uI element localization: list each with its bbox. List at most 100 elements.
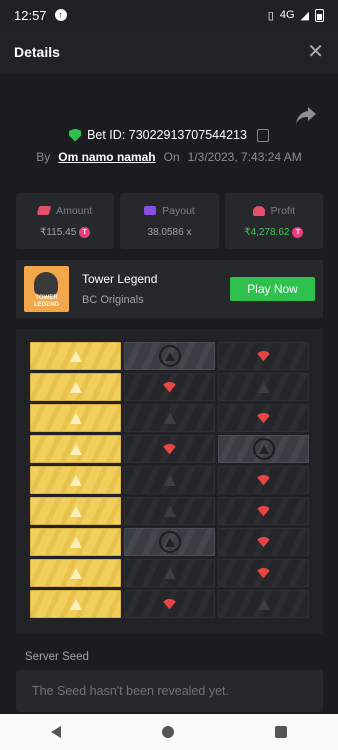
on-label: On [163,150,180,164]
board-row [30,404,309,432]
picked-tile [30,373,121,401]
pick-icon [69,567,82,579]
board-row [30,528,309,556]
board-row [30,590,309,618]
pick-icon [69,443,82,455]
amount-label: Amount [56,204,93,217]
thumb-label: TOWER LEGEND [33,295,59,308]
melon-tile [218,466,309,494]
melon-tile [218,342,309,370]
status-bar: 12:57 ↑ ▯ 4G ◢ [0,0,338,30]
pick-icon [69,350,82,362]
picked-tile [30,590,121,618]
coin-icon: T [292,226,304,238]
melon-tile [218,559,309,587]
watermelon-icon [255,506,272,516]
bet-datetime: 1/3/2023, 7:43:24 AM [187,150,302,164]
payout-label: Payout [162,204,195,217]
melon-tile [124,590,215,618]
stat-amount: Amount ₹115.45 T [16,193,115,249]
battery-icon [315,8,324,22]
bet-id-line: Bet ID: 73022913707544213 [0,128,338,142]
board-row [30,373,309,401]
board-row [30,342,309,370]
gorilla-icon [34,272,58,296]
pick-icon [69,536,82,548]
melon-tile [218,497,309,525]
signal-icon: ◢ [300,9,309,22]
game-provider: BC Originals [82,294,144,306]
board-row [30,559,309,587]
shield-icon [69,128,82,142]
pick-icon [69,505,82,517]
watermelon-icon [255,537,272,547]
profit-value: ₹4,278.62 [244,226,290,238]
watermelon-icon [255,413,272,423]
play-now-button[interactable]: Play Now [230,277,315,301]
close-icon[interactable]: ✕ [307,42,324,62]
stats-row: Amount ₹115.45 T Payout 38.0586 x Profit … [16,193,323,249]
empty-tile [124,466,215,494]
board-row [30,466,309,494]
watermelon-icon [255,351,272,361]
picked-tile [30,404,121,432]
revealed-tile [218,435,309,463]
home-icon[interactable] [161,726,174,738]
pick-icon [163,412,176,424]
game-thumbnail[interactable]: TOWER LEGEND [24,266,69,312]
profit-label: Profit [270,204,296,217]
ticket-icon [36,206,52,215]
pick-icon [257,381,270,393]
watermelon-icon [161,382,178,392]
pick-icon [69,598,82,610]
melon-tile [218,404,309,432]
empty-tile [218,373,309,401]
melon-tile [124,435,215,463]
network-label: 4G [279,9,295,21]
watermelon-icon [255,568,272,578]
pick-icon [163,567,176,579]
time: 12:57 [14,7,47,23]
copy-icon[interactable] [256,128,269,142]
details-header: Details ✕ [0,30,338,74]
share-icon[interactable] [294,104,318,126]
picked-tile [30,559,121,587]
ring-icon [158,531,181,553]
recents-icon[interactable] [275,726,288,738]
stat-profit: Profit ₹4,278.62 T [224,193,323,249]
picked-tile [30,528,121,556]
back-icon[interactable] [50,726,61,738]
watermelon-icon [255,475,272,485]
bet-byline: By Om namo namah On 1/3/2023, 7:43:24 AM [0,150,338,164]
pick-icon [69,412,82,424]
empty-tile [124,497,215,525]
board-row [30,435,309,463]
picked-tile [30,342,121,370]
stat-payout: Payout 38.0586 x [120,193,219,249]
by-label: By [36,150,51,164]
server-seed-label: Server Seed [25,651,89,663]
pick-icon [69,381,82,393]
revealed-tile [124,528,215,556]
picked-tile [30,466,121,494]
empty-tile [218,590,309,618]
empty-tile [124,404,215,432]
pick-icon [163,505,176,517]
server-seed-field: The Seed hasn't been revealed yet. [16,670,323,712]
picked-tile [30,435,121,463]
pick-icon [163,474,176,486]
game-card: TOWER LEGEND Tower Legend BC Originals P… [16,260,323,318]
melon-tile [218,528,309,556]
vibrate-icon: ▯ [267,9,274,22]
upload-icon: ↑ [54,9,67,21]
wallet-icon [144,206,157,215]
android-navbar [0,714,338,750]
melon-tile [124,373,215,401]
coin-icon: T [79,226,91,238]
pick-icon [69,474,82,486]
ring-icon [252,438,275,460]
amount-value: ₹115.45 [40,226,77,238]
watermelon-icon [161,444,178,454]
user-link[interactable]: Om namo namah [58,150,155,164]
game-name: Tower Legend [82,272,158,286]
